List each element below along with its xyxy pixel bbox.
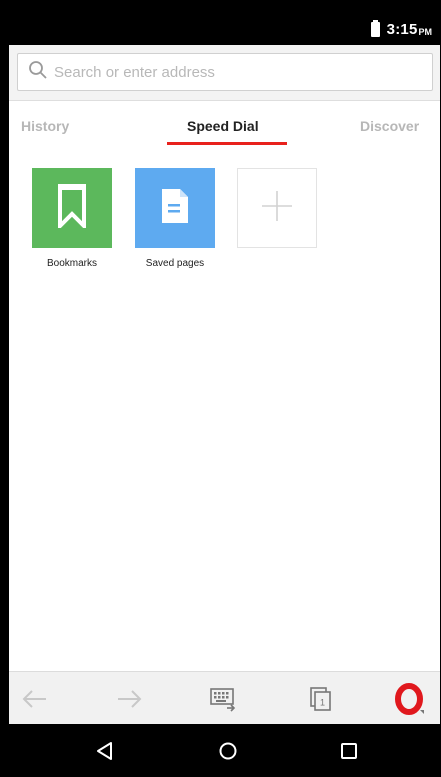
bookmark-icon xyxy=(58,183,86,233)
active-tab-indicator xyxy=(167,142,287,145)
plus-icon xyxy=(261,190,293,227)
keyboard-icon[interactable] xyxy=(206,682,240,716)
speed-dial-saved-pages[interactable]: Saved pages xyxy=(135,168,215,269)
opera-logo-icon[interactable] xyxy=(393,682,427,716)
speed-dial-add[interactable] xyxy=(237,168,317,248)
browser-toolbar: 1 xyxy=(9,671,440,724)
tab-speed-dial[interactable]: Speed Dial xyxy=(187,118,259,134)
status-bar: 3:15 PM xyxy=(9,14,440,45)
recents-icon[interactable] xyxy=(336,738,362,764)
saved-pages-label: Saved pages xyxy=(145,258,205,269)
back-icon[interactable] xyxy=(92,738,118,764)
tab-count: 1 xyxy=(320,698,325,708)
speed-dial-bookmarks[interactable]: Bookmarks xyxy=(32,168,112,269)
tab-discover[interactable]: Discover xyxy=(360,118,419,134)
add-tile xyxy=(237,168,317,248)
tab-history[interactable]: History xyxy=(21,118,69,134)
document-icon xyxy=(160,187,190,230)
search-box[interactable] xyxy=(17,53,433,91)
bookmarks-tile xyxy=(32,168,112,248)
home-icon[interactable] xyxy=(215,738,241,764)
status-ampm: PM xyxy=(418,26,433,37)
address-bar-area xyxy=(9,45,440,101)
phone-screen: 3:15 PM History Speed Dial Discover xyxy=(9,14,440,777)
saved-pages-tile xyxy=(135,168,215,248)
status-time: 3:15 xyxy=(386,21,418,38)
tabs-icon[interactable]: 1 xyxy=(304,682,338,716)
search-icon xyxy=(28,60,48,85)
battery-icon xyxy=(370,20,380,37)
forward-arrow-icon[interactable] xyxy=(112,682,146,716)
system-nav-bar xyxy=(9,724,440,777)
bookmarks-label: Bookmarks xyxy=(46,258,97,269)
address-input[interactable] xyxy=(54,63,414,81)
back-arrow-icon[interactable] xyxy=(18,682,52,716)
tab-bar: History Speed Dial Discover xyxy=(9,102,440,152)
